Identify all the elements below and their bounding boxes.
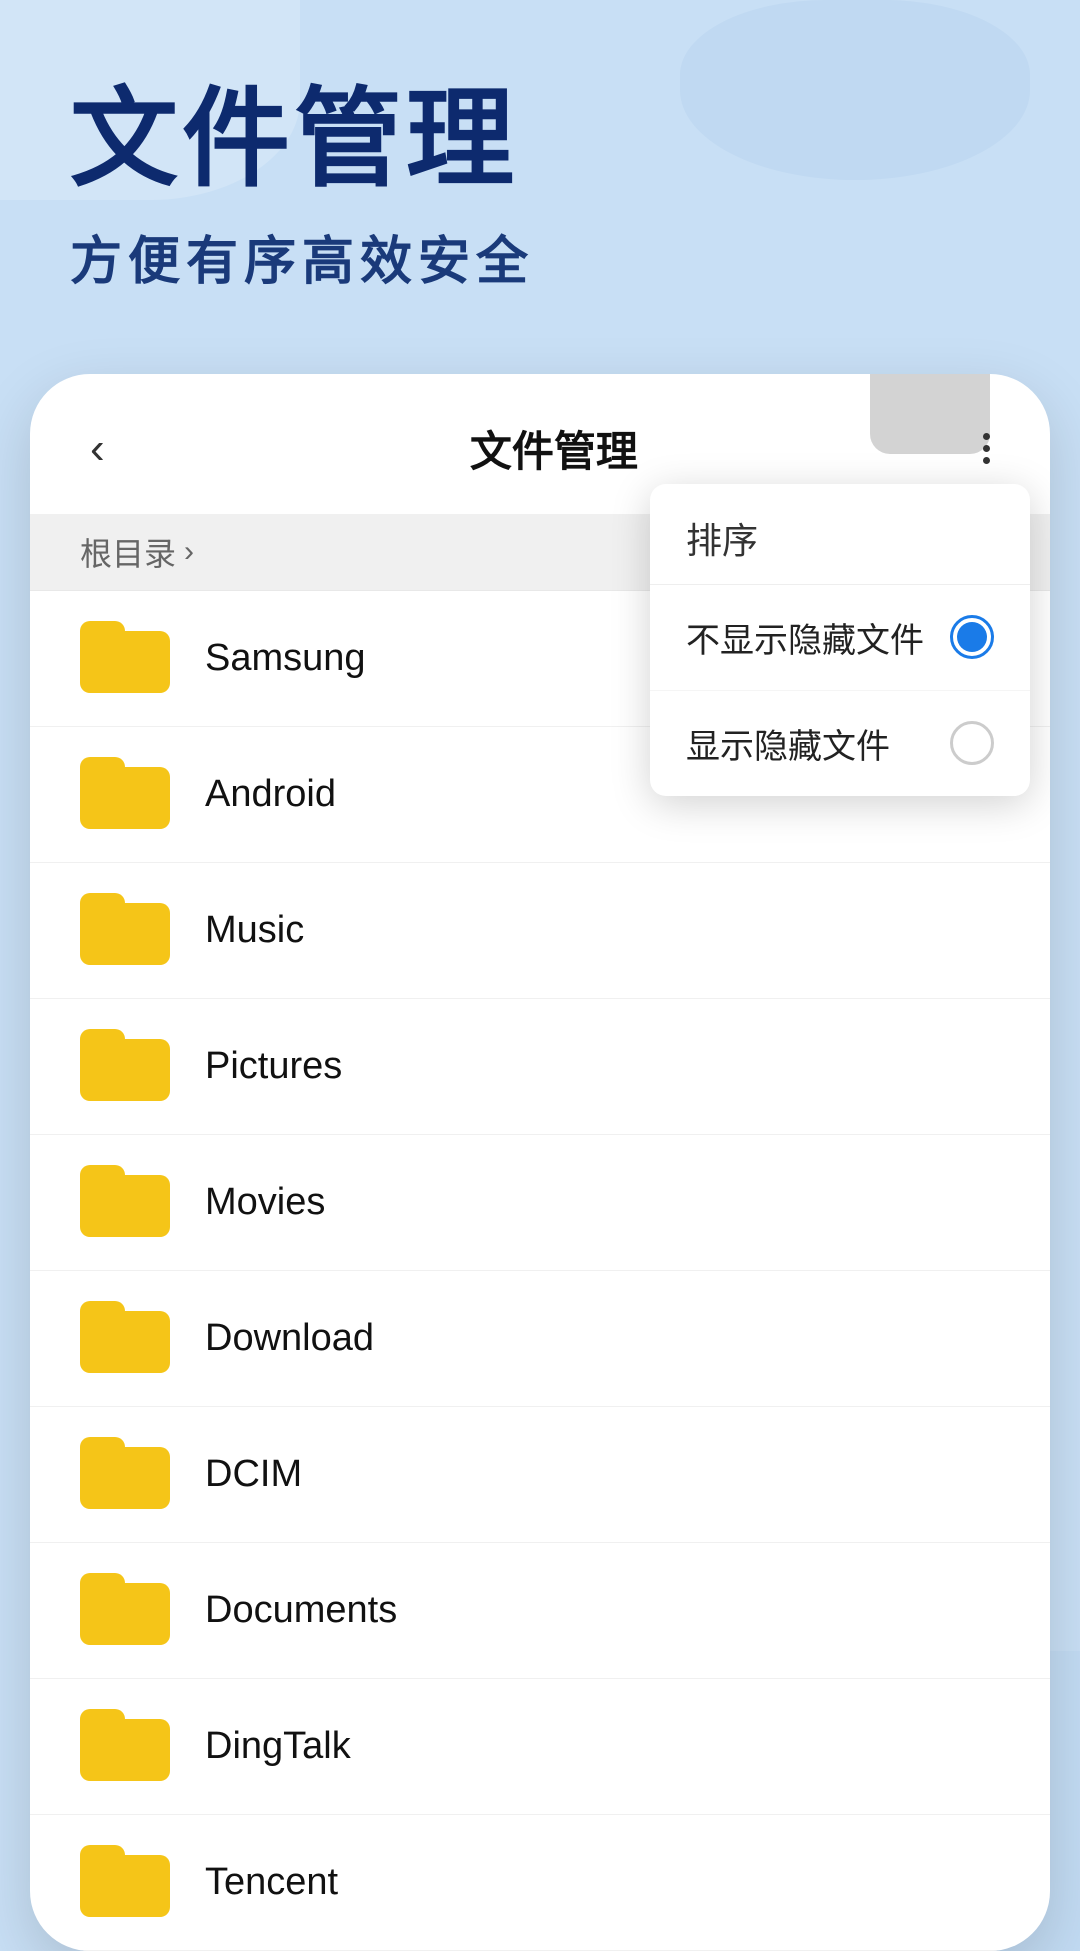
dropdown-item-label: 不显示隐藏文件 xyxy=(686,613,924,662)
file-name: Download xyxy=(205,1317,374,1360)
breadcrumb-root: 根目录 xyxy=(80,529,176,575)
list-item[interactable]: Music xyxy=(30,863,1050,999)
folder-shape xyxy=(80,1029,170,1101)
list-item[interactable]: DingTalk xyxy=(30,1679,1050,1815)
file-name: Samsung xyxy=(205,637,366,680)
folder-shape xyxy=(80,893,170,965)
folder-icon xyxy=(80,1165,170,1240)
page-subtitle: 方便有序高效安全 xyxy=(70,219,1010,294)
folder-icon xyxy=(80,757,170,832)
page-title: 文件管理 xyxy=(70,80,1010,199)
back-button[interactable]: ‹ xyxy=(80,414,115,484)
header-section: 文件管理 方便有序高效安全 xyxy=(0,0,1080,334)
phone-mockup: ‹ 文件管理 根目录 › Samsung Android xyxy=(30,374,1050,1951)
list-item[interactable]: Documents xyxy=(30,1543,1050,1679)
folder-icon xyxy=(80,1437,170,1512)
dropdown-item-label: 显示隐藏文件 xyxy=(686,719,890,768)
folder-shape xyxy=(80,1573,170,1645)
dot-3 xyxy=(983,457,990,464)
dropdown-menu: 排序 不显示隐藏文件 显示隐藏文件 xyxy=(650,484,1030,796)
folder-icon xyxy=(80,1573,170,1648)
folder-shape xyxy=(80,757,170,829)
folder-shape xyxy=(80,621,170,693)
list-item[interactable]: Download xyxy=(30,1271,1050,1407)
dot-2 xyxy=(983,445,990,452)
folder-shape xyxy=(80,1165,170,1237)
folder-shape xyxy=(80,1301,170,1373)
list-item[interactable]: DCIM xyxy=(30,1407,1050,1543)
file-name: Tencent xyxy=(205,1861,338,1904)
folder-shape xyxy=(80,1709,170,1781)
file-name: Documents xyxy=(205,1589,397,1632)
list-item[interactable]: Pictures xyxy=(30,999,1050,1135)
more-button[interactable] xyxy=(973,423,1000,474)
folder-icon xyxy=(80,1029,170,1104)
dropdown-item-hide-hidden[interactable]: 不显示隐藏文件 xyxy=(650,585,1030,691)
dropdown-item-show-hidden[interactable]: 显示隐藏文件 xyxy=(650,691,1030,796)
app-bar-title: 文件管理 xyxy=(135,418,973,479)
list-item[interactable]: Movies xyxy=(30,1135,1050,1271)
folder-shape xyxy=(80,1437,170,1509)
file-name: Music xyxy=(205,909,304,952)
back-icon: ‹ xyxy=(90,424,105,473)
file-name: Pictures xyxy=(205,1045,342,1088)
dot-1 xyxy=(983,433,990,440)
radio-button-hide-hidden[interactable] xyxy=(950,615,994,659)
folder-icon xyxy=(80,1301,170,1376)
file-name: Android xyxy=(205,773,336,816)
breadcrumb-chevron-icon: › xyxy=(184,535,194,569)
folder-icon xyxy=(80,893,170,968)
radio-inner-fill xyxy=(957,622,987,652)
folder-icon xyxy=(80,621,170,696)
file-name: DingTalk xyxy=(205,1725,351,1768)
radio-button-show-hidden[interactable] xyxy=(950,721,994,765)
list-item[interactable]: Tencent xyxy=(30,1815,1050,1951)
file-name: Movies xyxy=(205,1181,325,1224)
file-name: DCIM xyxy=(205,1453,302,1496)
folder-icon xyxy=(80,1709,170,1784)
dropdown-header: 排序 xyxy=(650,484,1030,585)
folder-icon xyxy=(80,1845,170,1920)
folder-shape xyxy=(80,1845,170,1917)
